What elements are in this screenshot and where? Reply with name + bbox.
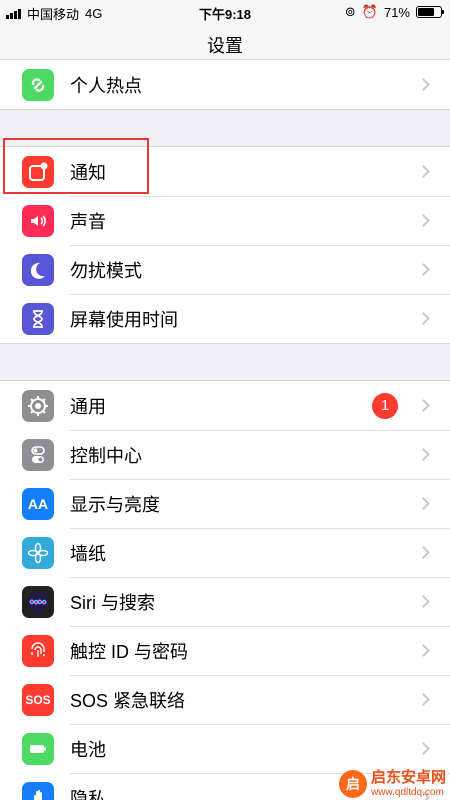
settings-row-label: 墙纸 [70, 543, 106, 564]
sos-icon: SOS [22, 683, 54, 716]
settings-row-label: 隐私 [70, 788, 106, 800]
settings-row-touch-id-passcode[interactable]: 触控 ID 与密码 [0, 626, 450, 675]
settings-row-sounds[interactable]: 声音 [0, 196, 450, 245]
settings-row-do-not-disturb[interactable]: 勿扰模式 [0, 245, 450, 294]
battery-percent: 71% [383, 4, 410, 20]
chevron-right-icon [417, 595, 430, 608]
chevron-right-icon [417, 546, 430, 559]
toggles-icon [22, 438, 54, 471]
battery-indicator-icon [416, 6, 444, 18]
battery-icon [22, 732, 54, 765]
settings-row-wallpaper[interactable]: 墙纸 [0, 528, 450, 577]
chevron-right-icon [417, 399, 430, 412]
settings-row-general[interactable]: 通用 1 [0, 381, 450, 430]
fingerprint-icon [22, 634, 54, 667]
notifications-icon [22, 155, 54, 188]
display-icon: AA [22, 487, 54, 520]
chevron-right-icon [417, 448, 430, 461]
chevron-right-icon [417, 263, 430, 276]
watermark-url: www.qdltdq.com [370, 786, 444, 798]
chevron-right-icon [417, 312, 430, 325]
speaker-icon [22, 204, 54, 237]
settings-row-label: 通知 [70, 162, 106, 183]
flower-icon [22, 536, 54, 569]
hourglass-icon [22, 302, 54, 335]
settings-row-label: 显示与亮度 [70, 494, 160, 515]
settings-row-notifications[interactable]: 通知 [0, 147, 450, 196]
gear-icon [22, 389, 54, 422]
settings-row-label: 声音 [70, 211, 106, 232]
chevron-right-icon [417, 497, 430, 510]
watermark: 启 启东安卓网 www.qdltdq.com [338, 769, 446, 798]
settings-group-general: 通用 1 控制中心 AA 显示与亮度 墙纸 Siri 与搜索 触控 ID 与密码 [0, 380, 450, 800]
settings-row-label: 电池 [70, 739, 106, 760]
settings-row-control-center[interactable]: 控制中心 [0, 430, 450, 479]
settings-group-notifications: 通知 声音 勿扰模式 屏幕使用时间 [0, 146, 450, 344]
watermark-logo-icon: 启 [338, 770, 367, 798]
settings-row-siri-search[interactable]: Siri 与搜索 [0, 577, 450, 626]
status-bar: 中国移动 4G 下午9:18 ⊚ ⏰ 71% [0, 0, 450, 24]
settings-row-battery[interactable]: 电池 [0, 724, 450, 773]
settings-row-label: Siri 与搜索 [70, 592, 155, 613]
hand-icon [22, 781, 54, 800]
watermark-name: 启东安卓网 [370, 769, 446, 787]
chevron-right-icon [417, 742, 430, 755]
hotspot-icon [22, 68, 54, 101]
settings-row-display-brightness[interactable]: AA 显示与亮度 [0, 479, 450, 528]
settings-row-label: 个人热点 [70, 75, 142, 96]
siri-icon [22, 585, 54, 618]
alarm-icon: ⏰ [361, 4, 378, 19]
rotation-lock-icon: ⊚ [344, 4, 356, 19]
chevron-right-icon [417, 214, 430, 227]
settings-row-label: 通用 [70, 396, 106, 417]
settings-row-label: SOS 紧急联络 [70, 690, 186, 711]
chevron-right-icon [417, 78, 430, 91]
settings-row-emergency-sos[interactable]: SOS SOS 紧急联络 [0, 675, 450, 724]
settings-row-label: 控制中心 [70, 445, 142, 466]
chevron-right-icon [417, 693, 430, 706]
settings-row-label: 触控 ID 与密码 [70, 641, 189, 662]
settings-row-screen-time[interactable]: 屏幕使用时间 [0, 294, 450, 343]
settings-row-label: 屏幕使用时间 [70, 309, 178, 330]
moon-icon [22, 253, 54, 286]
chevron-right-icon [417, 644, 430, 657]
notification-badge: 1 [372, 392, 398, 419]
settings-row-hotspot[interactable]: 个人热点 [0, 60, 450, 109]
settings-row-label: 勿扰模式 [70, 260, 142, 281]
chevron-right-icon [417, 165, 430, 178]
settings-group-network: 个人热点 [0, 59, 450, 110]
